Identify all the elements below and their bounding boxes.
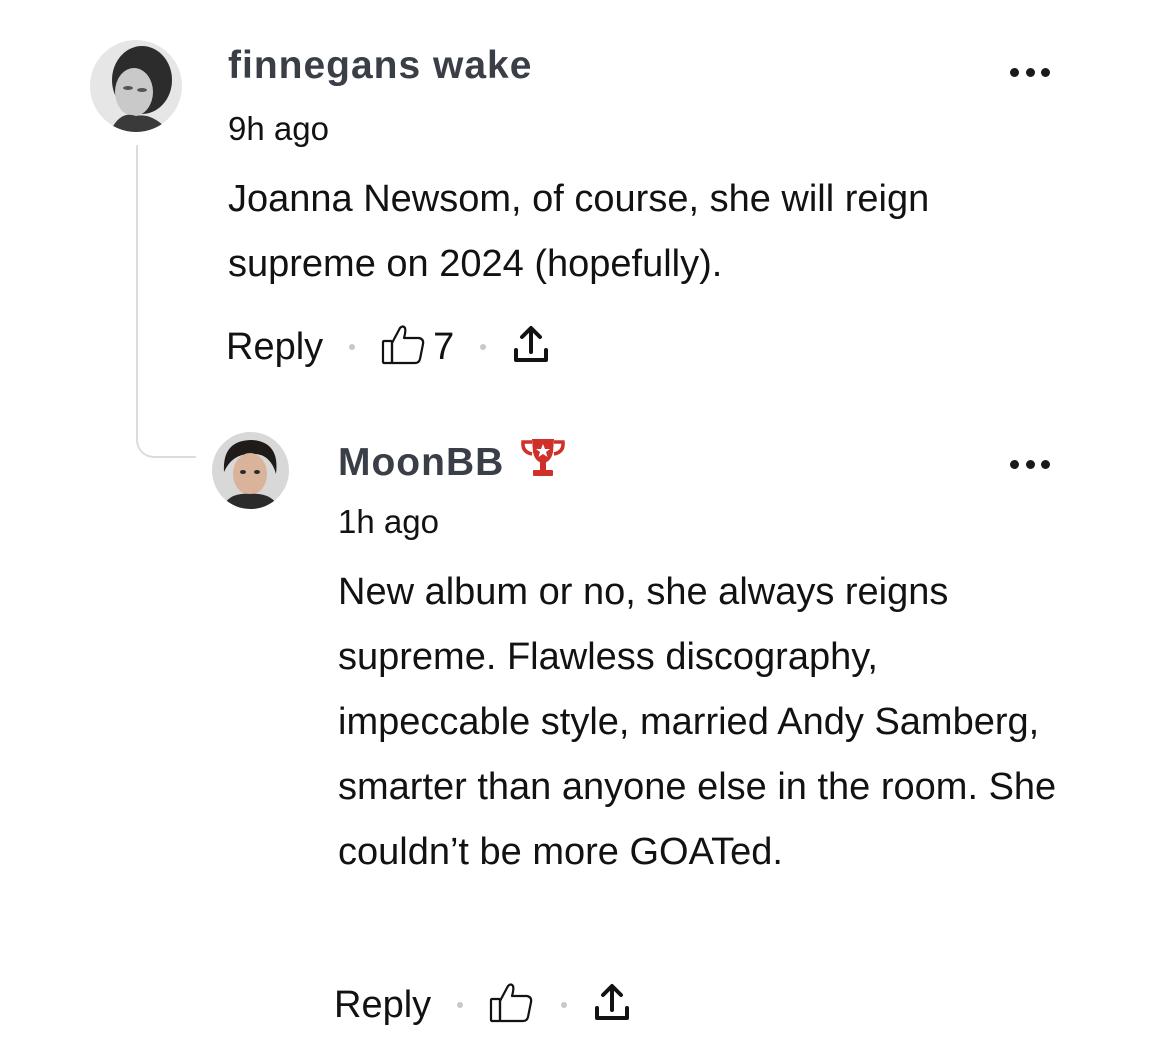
thumbs-up-icon (381, 324, 427, 371)
share-button[interactable] (512, 324, 550, 371)
author-name[interactable]: MoonBB (338, 441, 504, 485)
avatar[interactable] (90, 40, 182, 132)
more-options-button[interactable] (1010, 458, 1050, 470)
comment-timestamp: 9h ago (228, 110, 329, 147)
separator-dot (349, 344, 356, 350)
share-icon (512, 324, 550, 371)
reply-button[interactable]: Reply (226, 326, 323, 369)
share-button[interactable] (593, 982, 631, 1029)
like-button[interactable]: 7 (381, 324, 454, 371)
comment-text: New album or no, she always reigns supre… (338, 571, 1057, 873)
comment-actions: Reply 7 (226, 322, 550, 372)
avatar[interactable] (212, 432, 289, 509)
dot-icon (1041, 67, 1050, 77)
trophy-icon (518, 436, 568, 490)
dot-icon (1010, 67, 1019, 77)
like-button[interactable] (489, 982, 535, 1029)
author-name[interactable]: finnegans wake (228, 44, 532, 88)
comment-author[interactable]: MoonBB (338, 436, 568, 490)
thumbs-up-icon (489, 982, 535, 1029)
thread-connector-line (136, 145, 196, 458)
share-icon (593, 982, 631, 1029)
dot-icon (1025, 459, 1035, 469)
dot-icon (1041, 459, 1050, 469)
reply-button[interactable]: Reply (334, 984, 431, 1027)
separator-dot (561, 1002, 568, 1008)
more-options-button[interactable] (1010, 66, 1050, 78)
comment-actions: Reply (334, 980, 631, 1030)
like-count: 7 (433, 325, 455, 368)
comment-timestamp: 1h ago (338, 503, 439, 540)
separator-dot (457, 1002, 464, 1008)
separator-dot (480, 344, 487, 350)
dot-icon (1010, 459, 1019, 469)
dot-icon (1025, 67, 1035, 77)
comment-text: Joanna Newsom, of course, she will reign… (228, 178, 930, 285)
comment-author[interactable]: finnegans wake (228, 44, 532, 88)
